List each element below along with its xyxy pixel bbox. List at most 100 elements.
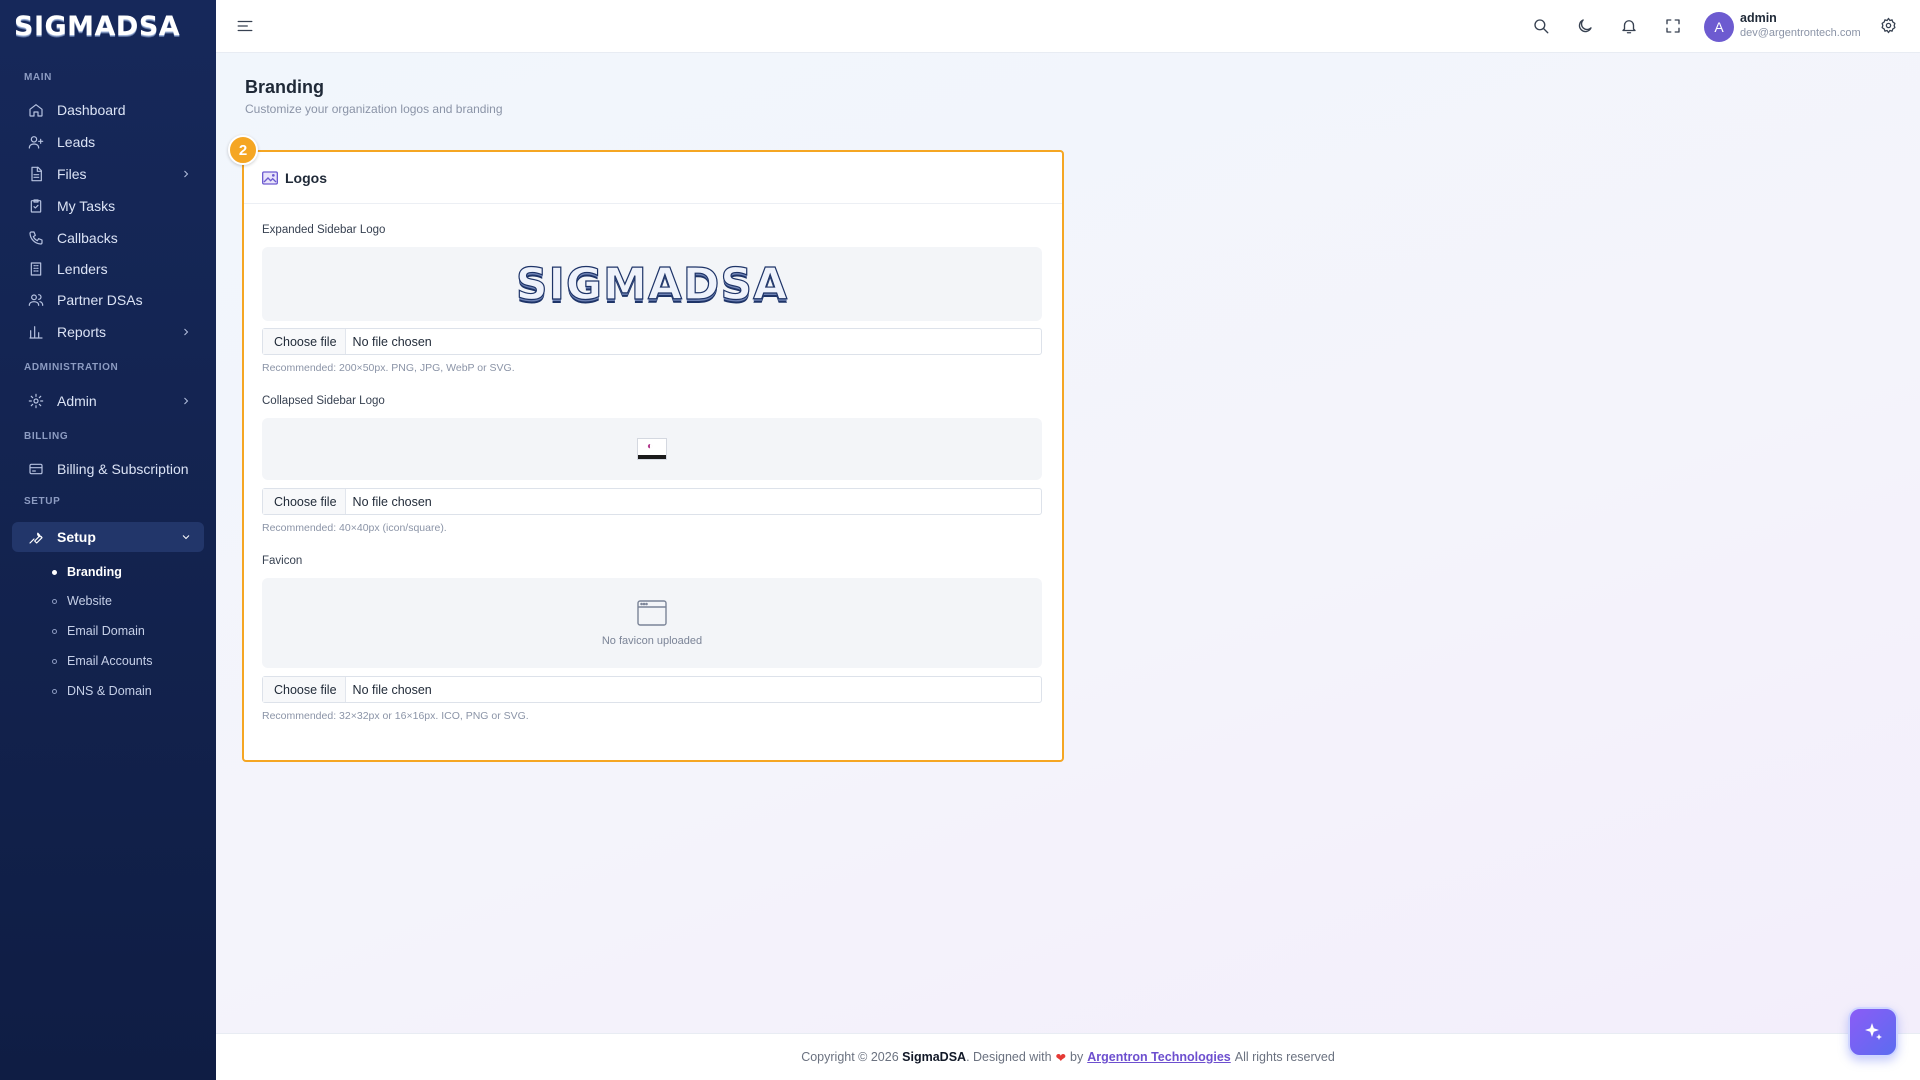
sidebar-subitem-label: Branding	[67, 565, 122, 579]
bullet-icon	[52, 688, 57, 694]
sparkle-icon	[1865, 1023, 1882, 1040]
building-icon	[28, 261, 44, 277]
bar-chart-icon	[28, 324, 44, 340]
card-header: Logos	[244, 152, 1062, 204]
file-icon	[28, 166, 44, 182]
bullet-icon	[52, 598, 57, 604]
sidebar-subitem-label: Email Domain	[67, 624, 145, 638]
expanded-logo-hint: Recommended: 200×50px. PNG, JPG, WebP or…	[262, 362, 515, 374]
footer-product: SigmaDSA	[902, 1050, 967, 1064]
search-icon[interactable]	[1532, 17, 1550, 35]
sidebar-subitem-email-domain[interactable]: Email Domain	[52, 620, 145, 642]
sidebar-item-setup[interactable]: Setup	[12, 522, 204, 552]
sidebar-item-billing[interactable]: Billing & Subscription	[12, 454, 204, 484]
home-icon	[28, 102, 44, 118]
favicon-hint: Recommended: 32×32px or 16×16px. ICO, PN…	[262, 710, 529, 722]
heart-icon: ❤	[1055, 1050, 1067, 1065]
favicon-preview: No favicon uploaded	[262, 578, 1042, 668]
avatar[interactable]: A	[1704, 12, 1734, 42]
expanded-logo-preview: SIGMADSA	[262, 247, 1042, 321]
chevron-right-icon	[180, 394, 192, 406]
collapsed-logo-file-status: No file chosen	[352, 494, 432, 509]
ai-assistant-button[interactable]	[1848, 1007, 1898, 1057]
collapsed-logo-file-input[interactable]: Choose file No file chosen	[262, 488, 1042, 515]
footer-company-link[interactable]: Argentron Technologies	[1087, 1050, 1231, 1064]
bullet-icon	[52, 569, 57, 575]
credit-card-icon	[28, 461, 44, 477]
sidebar-item-files[interactable]: Files	[12, 159, 204, 189]
bullet-icon	[52, 658, 57, 664]
sidebar-subitem-label: Website	[67, 594, 112, 608]
chevron-down-icon	[180, 530, 192, 542]
sidebar-subitem-dns-domain[interactable]: DNS & Domain	[52, 680, 152, 702]
sidebar-subitem-branding[interactable]: Branding	[52, 561, 122, 583]
logo-mark-icon: ◐	[647, 441, 654, 452]
footer: Copyright © 2026 SigmaDSA . Designed wit…	[216, 1033, 1920, 1080]
sidebar-item-callbacks[interactable]: Callbacks	[12, 223, 204, 253]
page-title: Branding	[245, 77, 324, 97]
logos-card: Logos Expanded Sidebar Logo SIGMADSA Cho…	[242, 150, 1064, 762]
brand-name: SIGMADSA	[14, 10, 181, 42]
clipboard-check-icon	[28, 198, 44, 214]
sidebar-item-label: Reports	[57, 324, 107, 340]
sidebar-item-label: Lenders	[57, 261, 108, 277]
expanded-logo-image: SIGMADSA	[515, 258, 789, 310]
favicon-file-input[interactable]: Choose file No file chosen	[262, 676, 1042, 703]
topbar: A admin dev@argentrontech.com	[216, 0, 1920, 53]
sidebar-item-dashboard[interactable]: Dashboard	[12, 95, 204, 125]
step-badge: 2	[228, 135, 258, 165]
chevron-right-icon	[180, 167, 192, 179]
sidebar-item-label: Admin	[57, 393, 97, 409]
browser-window-icon	[637, 599, 667, 626]
expanded-logo-file-status: No file chosen	[352, 334, 432, 349]
fullscreen-icon[interactable]	[1664, 17, 1682, 35]
menu-toggle-icon[interactable]	[236, 17, 254, 35]
main-content: Branding Customize your organization log…	[216, 53, 1920, 1033]
sidebar-item-label: Leads	[57, 134, 96, 150]
expanded-logo-label: Expanded Sidebar Logo	[262, 224, 386, 236]
sidebar-item-label: Callbacks	[57, 230, 118, 246]
user-email: dev@argentrontech.com	[1740, 27, 1861, 39]
wrench-icon	[28, 529, 44, 545]
gear-icon	[28, 393, 44, 409]
settings-gear-icon[interactable]	[1880, 17, 1897, 34]
sidebar-subitem-email-accounts[interactable]: Email Accounts	[52, 650, 152, 672]
users-icon	[28, 292, 44, 308]
expanded-logo-file-input[interactable]: Choose file No file chosen	[262, 328, 1042, 355]
sidebar-item-partner-dsas[interactable]: Partner DSAs	[12, 285, 204, 315]
sidebar-logo[interactable]: SIGMADSA	[0, 0, 216, 52]
bullet-icon	[52, 628, 57, 634]
sidebar-item-admin[interactable]: Admin	[12, 386, 204, 416]
sidebar-item-lenders[interactable]: Lenders	[12, 254, 204, 284]
sidebar-item-label: Partner DSAs	[57, 292, 143, 308]
phone-icon	[28, 230, 44, 246]
sidebar-subitem-label: DNS & Domain	[67, 684, 152, 698]
collapsed-logo-label: Collapsed Sidebar Logo	[262, 395, 385, 407]
section-label-billing: BILLING	[24, 431, 69, 442]
footer-copyright: Copyright © 2026	[801, 1050, 899, 1064]
section-label-administration: ADMINISTRATION	[24, 362, 119, 373]
section-label-setup: SETUP	[24, 496, 61, 507]
footer-rights: All rights reserved	[1234, 1050, 1335, 1064]
sidebar-item-label: Setup	[57, 529, 96, 545]
moon-icon[interactable]	[1576, 17, 1594, 35]
sidebar-item-label: Dashboard	[57, 102, 126, 118]
collapsed-logo-choose-button[interactable]: Choose file	[263, 489, 346, 514]
favicon-empty-text: No favicon uploaded	[601, 634, 703, 647]
footer-by: by	[1070, 1050, 1084, 1064]
sidebar-item-leads[interactable]: Leads	[12, 127, 204, 157]
footer-designed: . Designed with	[966, 1050, 1052, 1064]
sidebar-item-reports[interactable]: Reports	[12, 317, 204, 347]
favicon-file-status: No file chosen	[352, 682, 432, 697]
section-label-main: MAIN	[24, 72, 52, 83]
sidebar-item-tasks[interactable]: My Tasks	[12, 191, 204, 221]
user-name[interactable]: admin	[1740, 11, 1777, 25]
sidebar-subitem-website[interactable]: Website	[52, 590, 112, 612]
collapsed-logo-hint: Recommended: 40×40px (icon/square).	[262, 522, 447, 534]
expanded-logo-choose-button[interactable]: Choose file	[263, 329, 346, 354]
page-subtitle: Customize your organization logos and br…	[245, 102, 503, 116]
card-title: Logos	[285, 169, 327, 186]
collapsed-logo-preview: ◐	[262, 418, 1042, 480]
bell-icon[interactable]	[1620, 17, 1638, 35]
favicon-choose-button[interactable]: Choose file	[263, 677, 346, 702]
